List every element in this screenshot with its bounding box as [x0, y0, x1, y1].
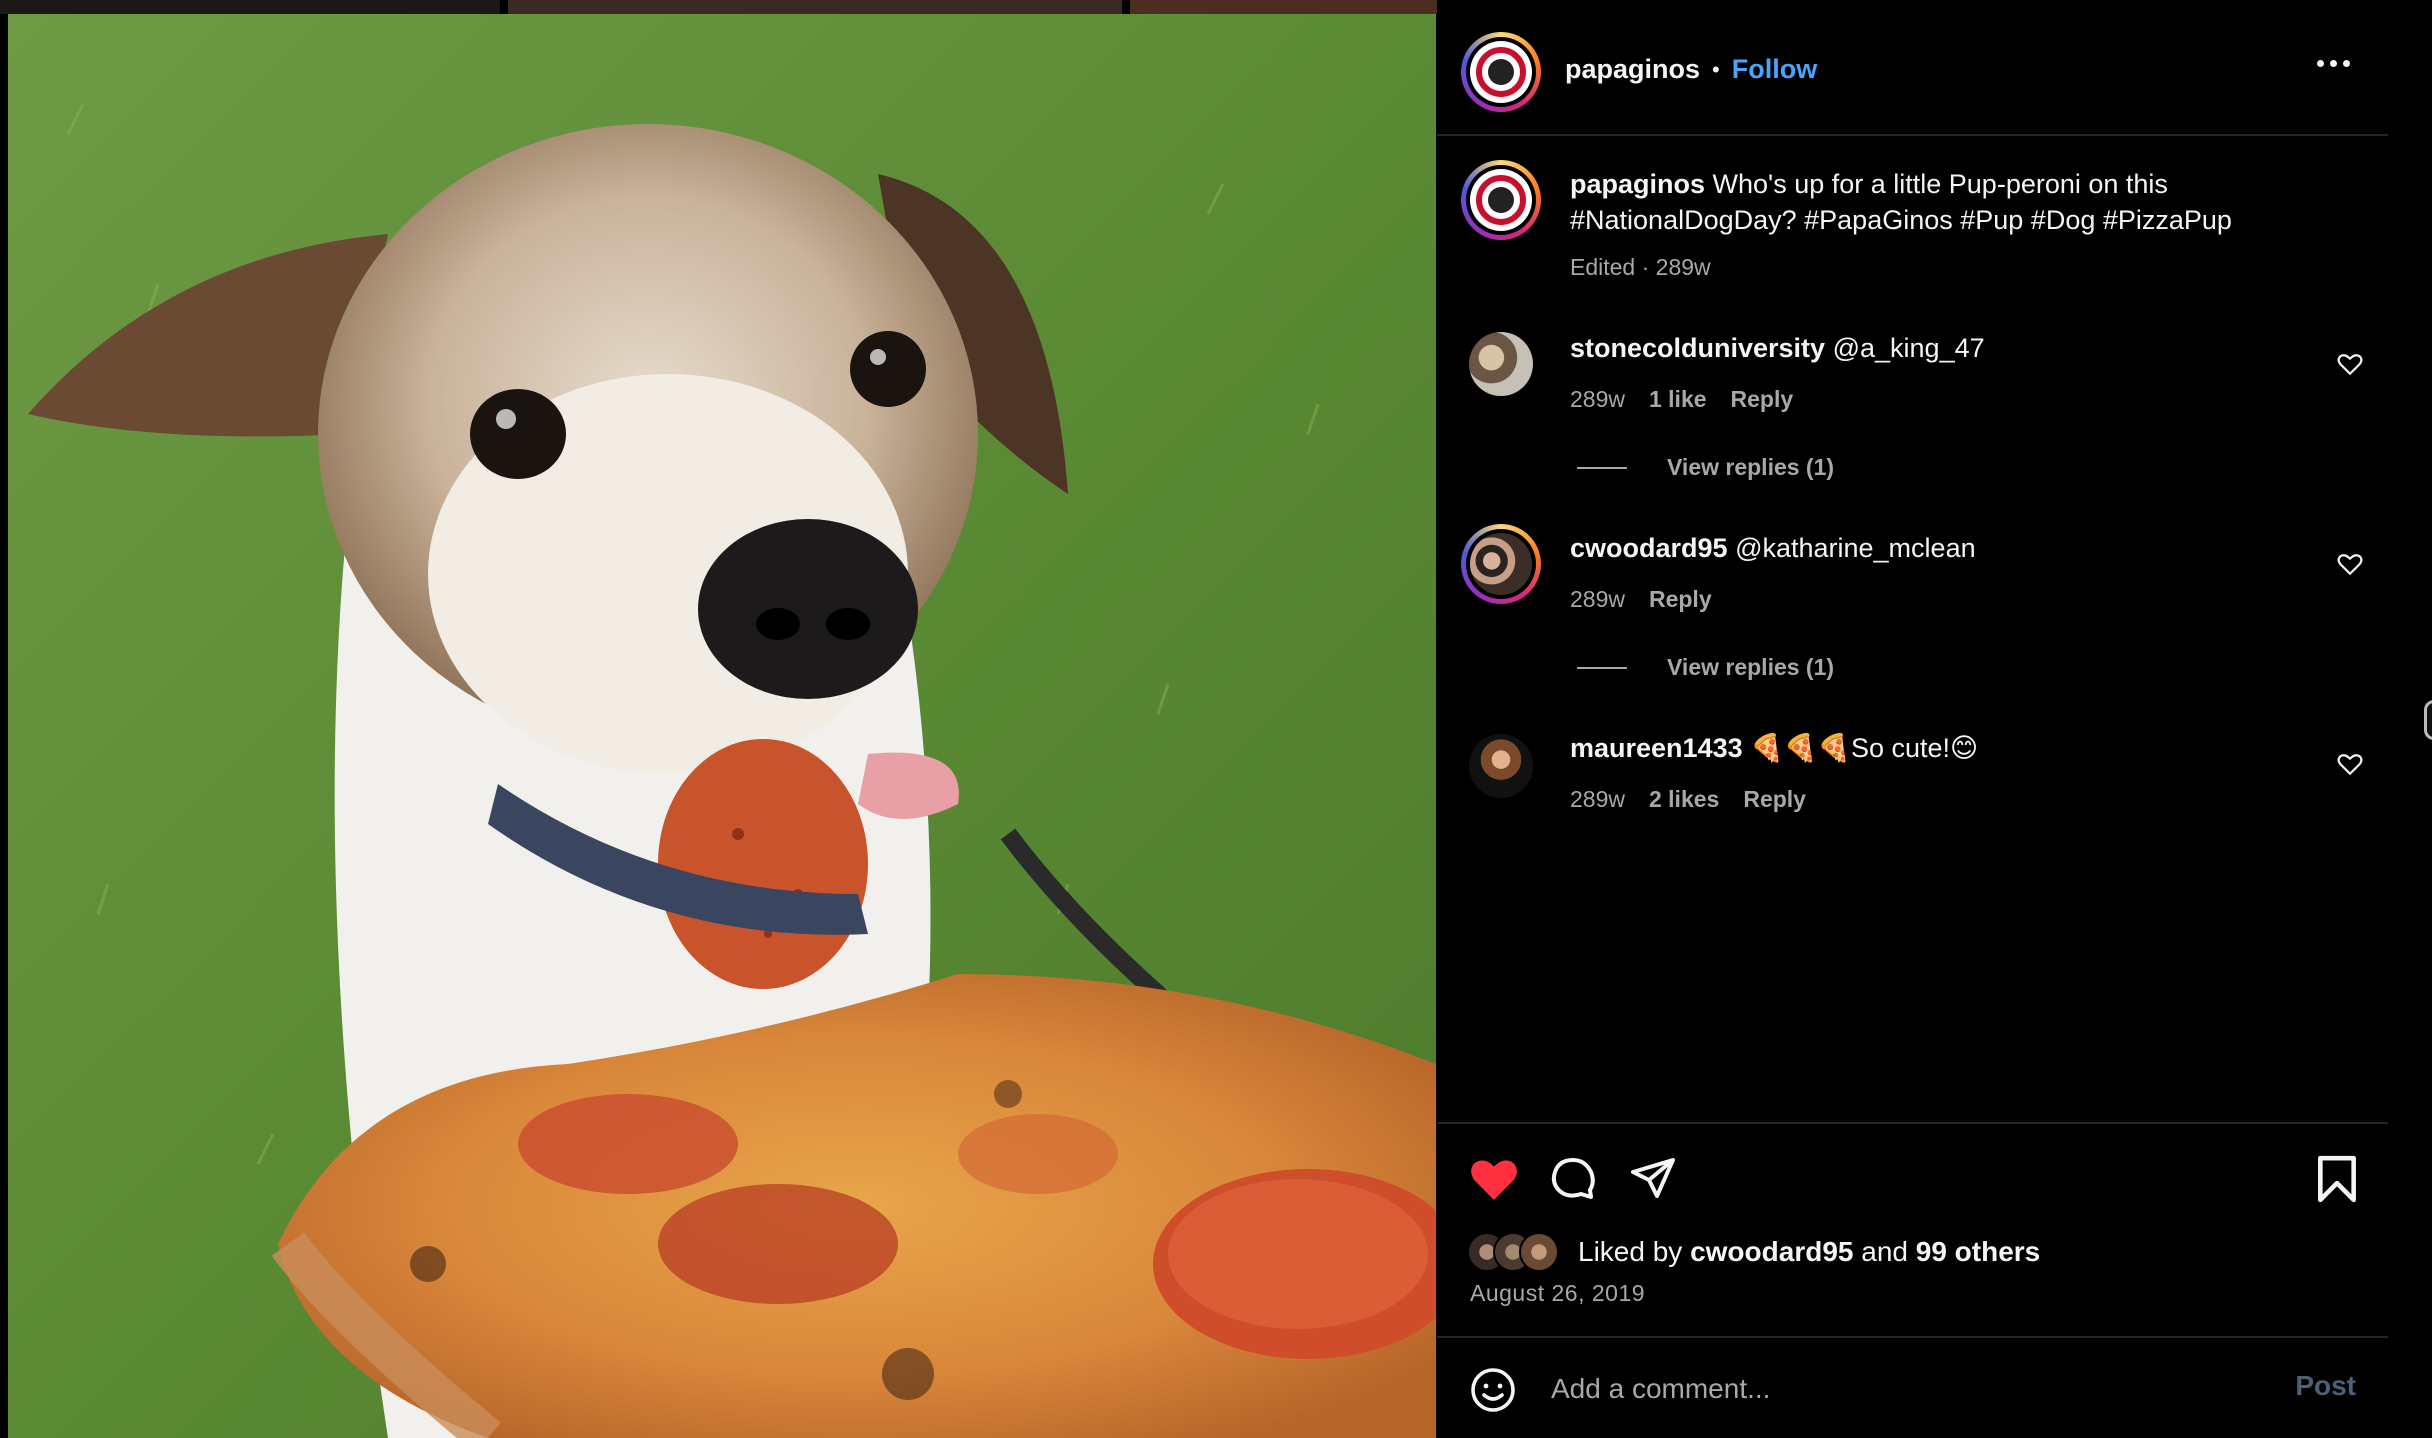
heart-outline-icon[interactable] — [2337, 752, 2363, 776]
liked-by-others[interactable]: 99 others — [1916, 1236, 2041, 1267]
comment-text[interactable]: @a_king_47 — [1833, 333, 1985, 363]
post-detail-panel: papaginos • Follow papaginos Who's up fo… — [1437, 0, 2388, 1438]
comment-like-count[interactable]: 1 like — [1649, 386, 1707, 413]
dog-pizza-photo — [8, 14, 1436, 1438]
reply-thread-line — [1577, 466, 1627, 469]
comment-input[interactable] — [1549, 1364, 2149, 1414]
post-header: papaginos • Follow — [1437, 0, 2388, 136]
heart-filled-icon[interactable] — [1469, 1156, 1519, 1202]
backdrop-feed-strip — [0, 0, 500, 14]
post-date[interactable]: August 26, 2019 — [1470, 1280, 1645, 1307]
bookmark-icon[interactable] — [2315, 1154, 2359, 1204]
comment-username[interactable]: maureen1433 — [1570, 733, 1743, 763]
comment-age: 289w — [1570, 786, 1625, 812]
reply-button[interactable]: Reply — [1731, 386, 1794, 413]
comment-like-count[interactable]: 2 likes — [1649, 786, 1719, 813]
comment-age: 289w — [1570, 586, 1625, 612]
more-horizontal-icon[interactable] — [2317, 60, 2350, 67]
post-comment-button[interactable]: Post — [2295, 1370, 2356, 1402]
post-photo[interactable] — [8, 14, 1436, 1438]
comment-age: 289w — [1570, 386, 1625, 412]
comment-text[interactable]: @katharine_mclean — [1735, 533, 1976, 563]
smiley-icon[interactable] — [1469, 1366, 1517, 1414]
view-replies-label[interactable]: View replies (1) — [1667, 654, 1834, 681]
heart-outline-icon[interactable] — [2337, 352, 2363, 376]
view-replies-toggle[interactable]: View replies (1) — [1577, 454, 1834, 481]
comment-avatar[interactable] — [1469, 734, 1533, 798]
comment-composer: Post — [1437, 1336, 2388, 1438]
comment-avatar[interactable] — [1469, 332, 1533, 396]
comment-text: 🍕🍕🍕So cute!😊 — [1750, 733, 1979, 763]
caption-meta: Edited · 289w — [1570, 254, 1711, 280]
papaginos-logo-icon — [1470, 169, 1532, 231]
liked-by-avatars[interactable] — [1467, 1232, 1567, 1274]
caption-username[interactable]: papaginos — [1570, 169, 1705, 199]
backdrop-feed-strip — [508, 0, 1122, 14]
comment-bubble-icon[interactable] — [1549, 1154, 1597, 1202]
reply-button[interactable]: Reply — [1649, 586, 1712, 613]
reply-button[interactable]: Reply — [1743, 786, 1806, 813]
liked-by-user[interactable]: cwoodard95 — [1690, 1236, 1853, 1267]
view-replies-label[interactable]: View replies (1) — [1667, 454, 1834, 481]
paper-plane-icon[interactable] — [1629, 1154, 1677, 1202]
caption-avatar[interactable] — [1461, 160, 1541, 240]
post-actions — [1437, 1122, 2388, 1340]
header-username[interactable]: papaginos — [1565, 54, 1700, 85]
follow-button[interactable]: Follow — [1732, 54, 1817, 85]
account-avatar[interactable] — [1461, 32, 1541, 112]
liked-by-middle: and — [1861, 1236, 1908, 1267]
comment-avatar[interactable] — [1461, 524, 1541, 604]
header-separator: • — [1712, 56, 1720, 82]
heart-outline-icon[interactable] — [2337, 552, 2363, 576]
reply-thread-line — [1577, 666, 1627, 669]
view-replies-toggle[interactable]: View replies (1) — [1577, 654, 1834, 681]
next-post-arrow[interactable] — [2424, 700, 2432, 740]
comment-username[interactable]: cwoodard95 — [1570, 533, 1728, 563]
comment-username[interactable]: stonecolduniversity — [1570, 333, 1825, 363]
papaginos-logo-icon — [1470, 41, 1532, 103]
liked-by-prefix: Liked by — [1578, 1236, 1683, 1267]
